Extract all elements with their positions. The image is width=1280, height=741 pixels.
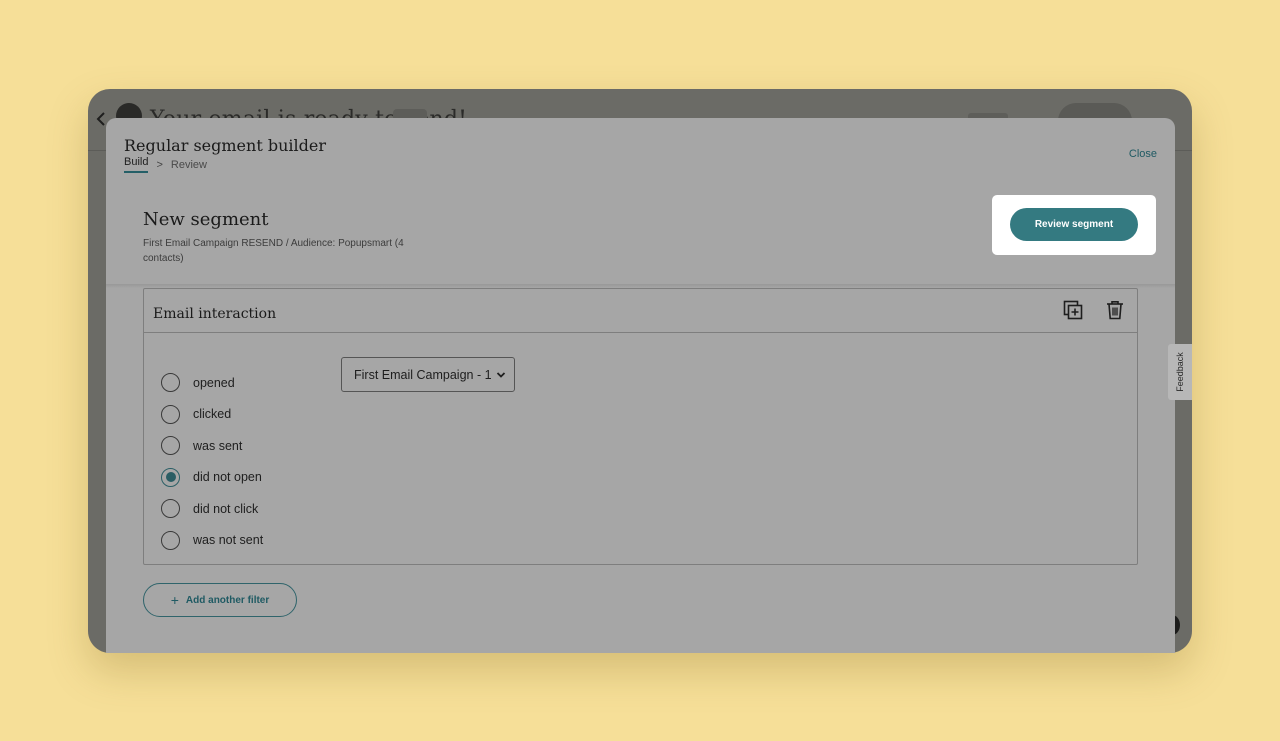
radio-option-did-not-open[interactable]: did not open [161,462,263,494]
filter-card-header: Email interaction [144,289,1137,333]
radio-button[interactable] [161,530,180,550]
breadcrumb-review[interactable]: Review [171,159,207,171]
email-interaction-filter: Email interaction opened clicked was sen… [143,288,1138,565]
filter-title: Email interaction [153,306,277,322]
radio-button[interactable] [161,436,180,456]
breadcrumb-build[interactable]: Build [124,156,149,173]
radio-label: was sent [193,438,243,453]
segment-title: New segment [143,209,269,230]
review-segment-button[interactable]: Review segment [1010,208,1138,241]
radio-option-clicked[interactable]: clicked [161,399,263,431]
radio-option-did-not-click[interactable]: did not click [161,493,263,525]
duplicate-icon[interactable] [1063,300,1083,320]
segment-subtitle: First Email Campaign RESEND / Audience: … [143,238,404,264]
campaign-select-value: First Email Campaign - 1 [354,367,492,382]
back-chevron-icon[interactable] [96,111,106,127]
radio-button[interactable] [161,404,180,424]
breadcrumb-separator-icon: > [156,158,163,171]
radio-label: did not click [193,501,259,516]
radio-label: did not open [193,470,262,485]
plus-icon: + [170,592,179,608]
modal-title: Regular segment builder [124,136,326,155]
interaction-radio-group: opened clicked was sent did not open did… [161,367,263,556]
feedback-tab[interactable]: Feedback [1168,344,1192,400]
campaign-select[interactable]: First Email Campaign - 1 [341,357,515,392]
radio-button[interactable] [161,373,180,393]
close-button[interactable]: Close [1129,148,1157,160]
trash-icon[interactable] [1106,300,1124,320]
feedback-label: Feedback [1175,352,1185,392]
radio-option-was-sent[interactable]: was sent [161,430,263,462]
review-highlight: Review segment [992,195,1156,255]
radio-label: clicked [193,407,232,422]
add-another-filter-button[interactable]: + Add another filter [143,583,297,617]
radio-label: opened [193,375,235,390]
radio-option-opened[interactable]: opened [161,367,263,399]
radio-option-was-not-sent[interactable]: was not sent [161,525,263,557]
segment-builder-modal: Regular segment builder Build > Review C… [106,118,1175,653]
radio-selected-dot [165,472,176,483]
chevron-down-icon [496,371,505,378]
breadcrumb: Build > Review [124,156,207,173]
add-filter-label: Add another filter [185,594,270,606]
radio-button[interactable] [161,499,180,519]
radio-button-checked[interactable] [161,467,180,487]
radio-label: was not sent [193,533,264,548]
